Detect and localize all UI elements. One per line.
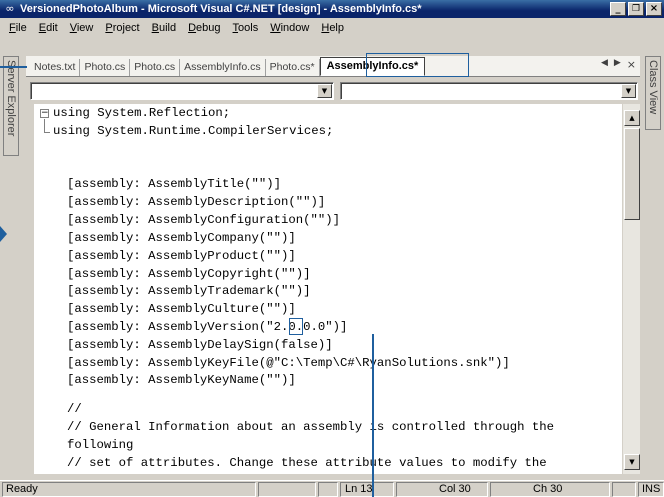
code-line: [assembly: AssemblyTitle("")] (67, 177, 282, 191)
version-highlight-box (289, 318, 303, 335)
window-controls: _ ❐ × (610, 2, 662, 16)
vs-infinity-icon[interactable]: ∞ (2, 1, 18, 17)
maximize-button[interactable]: ❐ (628, 2, 644, 16)
menu-debug-accel: D (188, 22, 197, 34)
code-line: [assembly: AssemblyKeyFile(@"C:\Temp\C#\… (67, 356, 510, 370)
chevron-down-icon[interactable]: ▼ (317, 84, 332, 98)
tab-prev-icon[interactable]: ◀ (601, 58, 608, 71)
code-line: // General Information about an assembly… (67, 420, 555, 434)
code-line: [assembly: AssemblyCopyright("")] (67, 267, 311, 281)
status-insert-mode: INS (638, 482, 664, 497)
types-dropdown[interactable]: ▼ (30, 82, 334, 100)
menu-help-label: elp (329, 22, 344, 34)
menu-help[interactable]: Help (315, 22, 350, 34)
server-explorer-label: Server Explorer (5, 60, 17, 137)
tab-photo-cs-modified[interactable]: Photo.cs* (266, 59, 320, 76)
class-view-tab[interactable]: Class View (645, 56, 661, 130)
close-button[interactable]: × (646, 2, 662, 16)
menu-build-accel: B (151, 22, 159, 34)
status-column: Col 30 (396, 482, 488, 497)
code-line: using System.Reflection; (53, 106, 231, 120)
code-line: [assembly: AssemblyKeyName("")] (67, 373, 296, 387)
tab-assemblyinfo-cs[interactable]: AssemblyInfo.cs (180, 59, 266, 76)
code-line: [assembly: AssemblyVersion("2.0.0.0")] (67, 320, 348, 334)
code-line: [assembly: AssemblyTrademark("")] (67, 284, 311, 298)
outline-bracket (44, 119, 50, 133)
callout-line-tab (0, 66, 27, 68)
tab-notes-txt[interactable]: Notes.txt (30, 59, 81, 76)
code-line: [assembly: AssemblyDelaySign(false)] (67, 338, 333, 352)
tab-next-icon[interactable]: ▶ (614, 58, 621, 71)
ide-window: ∞ VersionedPhotoAlbum - Microsoft Visual… (0, 0, 664, 497)
status-bar: Ready Ln 13 Col 30 Ch 30 INS (0, 480, 664, 497)
status-char: Ch 30 (490, 482, 610, 497)
callout-arrow-icon (0, 226, 7, 242)
menu-view-accel: V (69, 22, 77, 34)
status-empty-pane (318, 482, 338, 497)
menu-build-label: uild (158, 22, 177, 34)
code-line: following (67, 438, 134, 452)
code-line: [assembly: AssemblyCompany("")] (67, 231, 296, 245)
callout-line-status (372, 334, 374, 497)
code-line: // (67, 402, 82, 416)
scroll-up-icon[interactable]: ▲ (624, 110, 640, 126)
menu-project-label: roject (112, 22, 140, 34)
server-explorer-tab[interactable]: Server Explorer (3, 56, 19, 156)
tab-photo-cs[interactable]: Photo.cs (130, 59, 181, 76)
code-line: [assembly: AssemblyCulture("")] (67, 302, 296, 316)
menu-project[interactable]: Project (99, 22, 145, 34)
minimize-button[interactable]: _ (610, 2, 626, 16)
menu-build[interactable]: Build (146, 22, 182, 34)
menu-edit-label: dit (46, 22, 58, 34)
scroll-down-icon[interactable]: ▼ (624, 454, 640, 470)
menu-edit[interactable]: Edit (33, 22, 64, 34)
navigation-bar: ▼ ▼ (26, 77, 640, 104)
vertical-scrollbar[interactable]: ▲ ▼ (622, 104, 640, 474)
code-line: [assembly: AssemblyDescription("")] (67, 195, 326, 209)
menu-tools-label: ools (238, 22, 259, 34)
right-tool-rail: Class View (642, 54, 664, 480)
menu-view[interactable]: View (64, 22, 100, 34)
code-editor[interactable]: − using System.Reflection; using System.… (34, 104, 640, 474)
menu-window-label: indow (280, 22, 310, 34)
left-tool-rail: Server Explorer (0, 54, 22, 480)
chevron-down-icon[interactable]: ▼ (621, 84, 636, 98)
menu-window-accel: W (270, 22, 281, 34)
members-dropdown[interactable]: ▼ (340, 82, 638, 100)
tab-close-icon[interactable]: × (627, 58, 636, 71)
menu-bar: File Edit View Project Build Debug Tools… (0, 18, 664, 38)
title-bar[interactable]: ∞ VersionedPhotoAlbum - Microsoft Visual… (0, 0, 664, 18)
menu-tools[interactable]: Tools (227, 22, 265, 34)
menu-file[interactable]: File (3, 22, 33, 34)
status-message: Ready (2, 482, 256, 497)
window-title: VersionedPhotoAlbum - Microsoft Visual C… (20, 3, 422, 15)
menu-project-accel: P (105, 22, 113, 34)
menu-view-label: iew (76, 22, 94, 34)
scrollbar-thumb[interactable] (624, 128, 640, 220)
menu-debug[interactable]: Debug (182, 22, 226, 34)
document-tab-strip: Notes.txt Photo.cs Photo.cs AssemblyInfo… (26, 56, 640, 77)
active-tab-highlight-box (366, 53, 469, 77)
menu-edit-accel: E (38, 22, 47, 34)
menu-file-accel: F (9, 22, 16, 34)
tab-photo-cs[interactable]: Photo.cs (80, 59, 131, 76)
collapse-outline-icon[interactable]: − (40, 109, 49, 118)
menu-file-label: ile (15, 22, 27, 34)
status-empty-pane (612, 482, 636, 497)
class-view-label: Class View (647, 60, 659, 115)
code-line: [assembly: AssemblyConfiguration("")] (67, 213, 341, 227)
status-line: Ln 13 (340, 482, 394, 497)
status-empty-pane (258, 482, 316, 497)
code-line: using System.Runtime.CompilerServices; (53, 124, 334, 138)
menu-window[interactable]: Window (264, 22, 315, 34)
code-line: [assembly: AssemblyProduct("")] (67, 249, 296, 263)
menu-debug-label: ebug (196, 22, 221, 34)
tab-navigation: ◀ ▶ × (601, 58, 636, 71)
code-line: // set of attributes. Change these attri… (67, 456, 547, 470)
